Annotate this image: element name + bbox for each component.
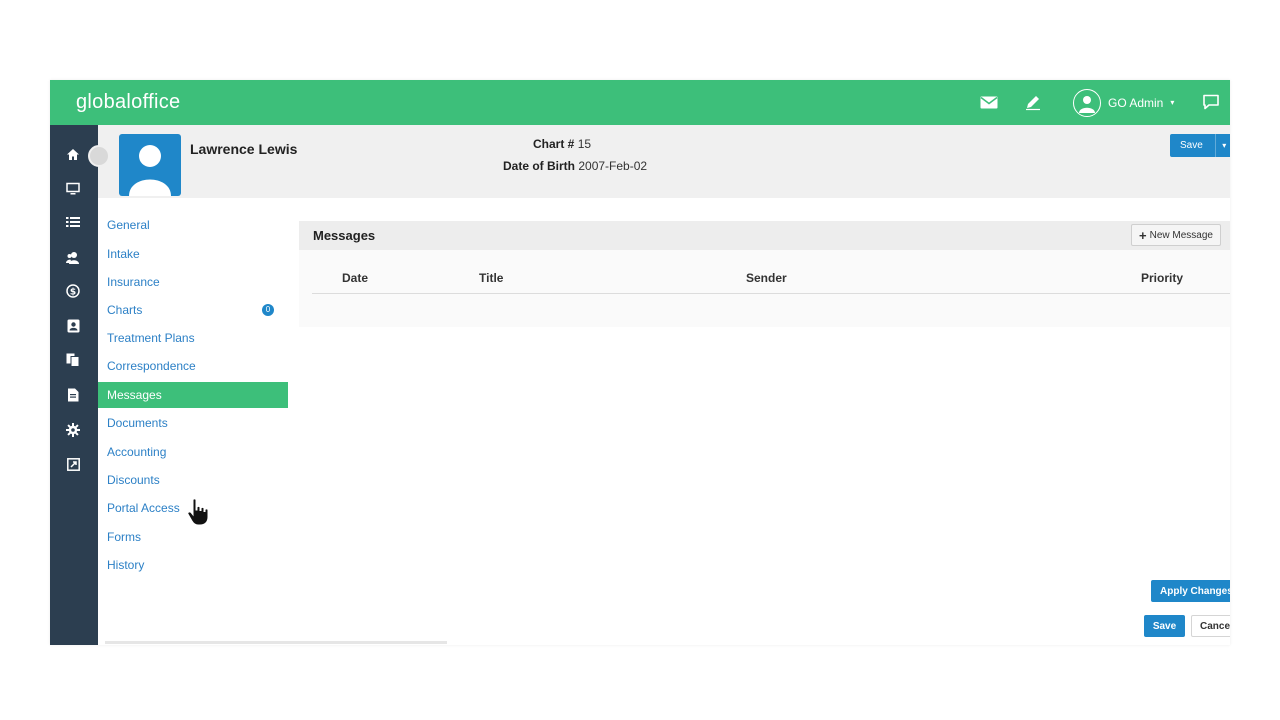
- charts-count-badge: 0: [262, 304, 274, 316]
- column-header-priority[interactable]: Priority: [1141, 271, 1183, 285]
- dob-value: 2007-Feb-02: [578, 159, 648, 173]
- contact-card-icon[interactable]: [64, 317, 82, 335]
- chat-icon[interactable]: [1200, 92, 1222, 112]
- user-name: GO Admin: [1108, 95, 1164, 110]
- chart-number: Chart # 15: [533, 137, 591, 151]
- main-nav-rail: $: [50, 125, 98, 645]
- apply-changes-button[interactable]: Apply Changes: [1151, 580, 1230, 602]
- column-header-sender[interactable]: Sender: [746, 271, 787, 285]
- subnav-item-label: Insurance: [107, 275, 160, 289]
- save-split-button: Save ▾: [1170, 134, 1230, 157]
- messages-panel-title: Messages: [313, 228, 376, 243]
- column-header-date[interactable]: Date: [342, 271, 368, 285]
- subnav-item-label: Treatment Plans: [107, 331, 195, 345]
- column-header-title[interactable]: Title: [479, 271, 503, 285]
- app-window: globaloffice GO Admin ▾ $ Lawrence Lewis…: [50, 80, 1230, 645]
- document-icon[interactable]: [64, 386, 82, 404]
- patient-header: Lawrence Lewis Chart # 15 Date of Birth …: [98, 125, 1230, 198]
- subnav-item-label: Charts: [107, 303, 143, 317]
- mail-icon[interactable]: [978, 92, 1000, 112]
- subnav-item-charts[interactable]: Charts 0: [98, 297, 288, 323]
- patient-name: Lawrence Lewis: [190, 141, 298, 157]
- subnav-item-discounts[interactable]: Discounts: [98, 467, 288, 493]
- user-menu[interactable]: GO Admin ▾: [1073, 87, 1174, 118]
- chart-number-label: Chart #: [533, 137, 575, 151]
- new-message-label: New Message: [1149, 229, 1213, 241]
- user-avatar-icon: [1073, 88, 1101, 117]
- subnav-item-documents[interactable]: Documents: [98, 410, 288, 436]
- patient-photo[interactable]: [119, 134, 181, 196]
- messages-panel-header: Messages + New Message: [299, 221, 1230, 250]
- subnav-item-label: Accounting: [107, 445, 167, 459]
- subnav-item-label: Documents: [107, 416, 168, 430]
- subnav-item-correspondence[interactable]: Correspondence: [98, 353, 288, 379]
- subnav-item-accounting[interactable]: Accounting: [98, 439, 288, 465]
- table-divider: [312, 293, 1230, 294]
- subnav-item-intake[interactable]: Intake: [98, 241, 288, 267]
- pencil-icon[interactable]: [1022, 92, 1044, 112]
- subnav-item-treatment-plans[interactable]: Treatment Plans: [98, 325, 288, 351]
- home-icon[interactable]: [64, 145, 82, 163]
- date-of-birth: Date of Birth 2007-Feb-02: [503, 159, 647, 173]
- dob-label: Date of Birth: [503, 159, 575, 173]
- subnav-item-label: Forms: [107, 530, 141, 544]
- users-icon[interactable]: [64, 248, 82, 266]
- chevron-down-icon: ▾: [1170, 98, 1175, 107]
- subnav-item-label: History: [107, 558, 145, 572]
- brand-logo[interactable]: globaloffice: [76, 91, 180, 114]
- chart-number-value: 15: [577, 137, 592, 151]
- svg-text:$: $: [70, 288, 76, 298]
- subnav-item-label: Messages: [107, 388, 162, 402]
- external-link-icon[interactable]: [64, 455, 82, 473]
- subnav-item-label: Portal Access: [107, 501, 180, 515]
- dollar-icon[interactable]: $: [64, 282, 82, 300]
- subnav-item-label: Discounts: [107, 473, 160, 487]
- top-bar: globaloffice GO Admin ▾: [50, 80, 1230, 125]
- subnav-item-general[interactable]: General: [98, 212, 288, 238]
- cancel-button[interactable]: Cancel: [1191, 615, 1230, 637]
- gear-icon[interactable]: [64, 421, 82, 439]
- copy-icon[interactable]: [64, 351, 82, 369]
- horizontal-scrollbar[interactable]: [105, 641, 447, 644]
- hand-cursor-icon: [186, 498, 210, 526]
- sidebar-collapse-handle[interactable]: [88, 145, 110, 167]
- messages-panel: Messages + New Message Date Title Sender…: [299, 221, 1230, 327]
- new-message-button[interactable]: + New Message: [1131, 224, 1221, 246]
- save-dropdown-chevron-icon[interactable]: ▾: [1214, 134, 1230, 157]
- subnav-item-messages[interactable]: Messages: [98, 382, 288, 408]
- subnav-item-label: General: [107, 218, 150, 232]
- subnav-item-history[interactable]: History: [98, 552, 288, 578]
- subnav-item-forms[interactable]: Forms: [98, 524, 288, 550]
- plus-icon: +: [1139, 227, 1147, 243]
- subnav-item-label: Correspondence: [107, 359, 196, 373]
- save-button[interactable]: Save: [1144, 615, 1185, 637]
- header-save-button[interactable]: Save: [1170, 140, 1215, 151]
- subnav-item-insurance[interactable]: Insurance: [98, 269, 288, 295]
- monitor-icon[interactable]: [64, 179, 82, 197]
- subnav-item-label: Intake: [107, 247, 140, 261]
- list-icon[interactable]: [64, 213, 82, 231]
